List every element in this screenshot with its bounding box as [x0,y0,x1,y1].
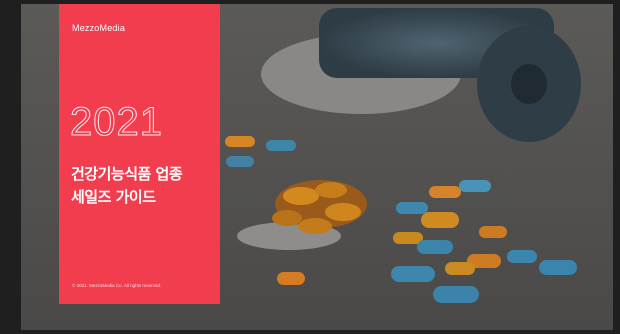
cover-title: 건강기능식품 업종 세일즈 가이드 [71,163,183,209]
cover-slide: MezzoMedia 2021 건강기능식품 업종 세일즈 가이드 © 2021… [21,4,613,330]
title-line-2: 세일즈 가이드 [71,188,156,206]
brand-logo: MezzoMedia [72,23,126,33]
year-outline-text: 2021 [70,100,163,144]
copyright-text: © 2021. MezzoMedia Co. All rights reserv… [72,283,162,288]
red-title-panel: MezzoMedia 2021 건강기능식품 업종 세일즈 가이드 © 2021… [59,4,220,304]
title-line-1: 건강기능식품 업종 [71,165,183,183]
